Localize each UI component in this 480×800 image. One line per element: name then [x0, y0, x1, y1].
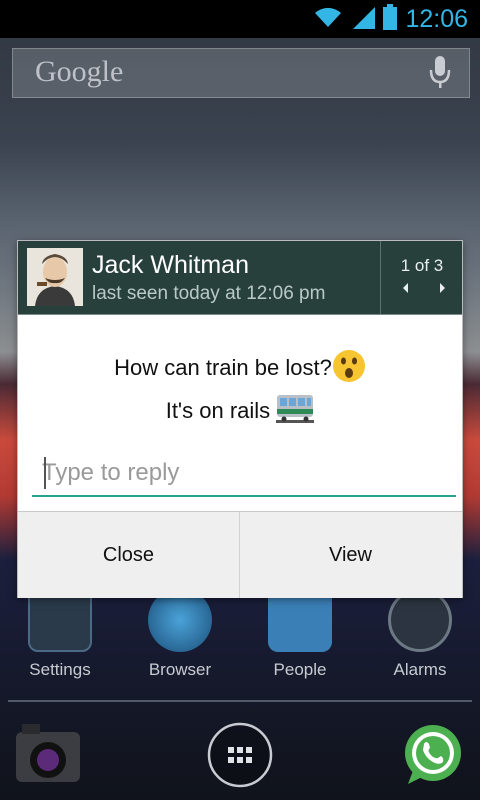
app-label: People [273, 660, 327, 679]
google-logo: Google [35, 55, 124, 88]
view-button[interactable]: View [240, 512, 461, 598]
last-seen-status: last seen today at 12:06 pm [92, 283, 326, 304]
whatsapp-icon[interactable] [400, 722, 466, 792]
home-app-row: Settings Browser People Alarms [0, 588, 480, 680]
app-alarms[interactable]: Alarms [365, 588, 475, 680]
message-text: How can train be lost? [114, 354, 332, 380]
contact-name: Jack Whitman [92, 251, 249, 279]
app-label: Settings [29, 660, 91, 679]
app-drawer-icon[interactable] [207, 722, 273, 792]
text-cursor [44, 457, 46, 489]
avatar[interactable] [27, 248, 83, 306]
app-settings[interactable]: Settings [5, 588, 115, 680]
page-counter: 1 of 3 [400, 256, 444, 275]
quick-reply-dialog: Jack Whitman last seen today at 12:06 pm… [18, 241, 462, 598]
status-icons: 12:06 [313, 4, 468, 34]
astonished-face-icon [332, 349, 366, 389]
app-label: Alarms [393, 660, 447, 679]
google-search-bar[interactable]: Google [12, 48, 470, 98]
dialog-header: Jack Whitman last seen today at 12:06 pm… [18, 241, 462, 315]
battery-icon [383, 4, 398, 34]
dock [0, 712, 480, 800]
status-bar: 12:06 [0, 0, 480, 38]
dock-divider [8, 700, 472, 702]
message-text: It's on rails [165, 397, 271, 423]
camera-icon[interactable] [14, 722, 82, 790]
message-line: It's on rails [18, 393, 462, 431]
message-line: How can train be lost? [18, 349, 462, 389]
previous-message-button[interactable] [397, 279, 415, 297]
mic-icon[interactable] [429, 56, 451, 94]
chevron-left-icon [397, 282, 415, 301]
next-message-button[interactable] [433, 279, 451, 297]
app-browser[interactable]: Browser [125, 588, 235, 680]
app-label: Browser [148, 660, 212, 679]
chevron-right-icon [433, 282, 451, 301]
reply-input[interactable] [32, 451, 456, 497]
close-button[interactable]: Close [18, 512, 240, 598]
dialog-button-bar: Close View [18, 511, 462, 598]
status-clock: 12:06 [405, 4, 468, 33]
train-icon [276, 393, 315, 431]
app-people[interactable]: People [245, 588, 355, 680]
message-pager: 1 of 3 [380, 241, 463, 314]
wifi-icon [313, 5, 343, 33]
signal-icon [351, 5, 376, 33]
